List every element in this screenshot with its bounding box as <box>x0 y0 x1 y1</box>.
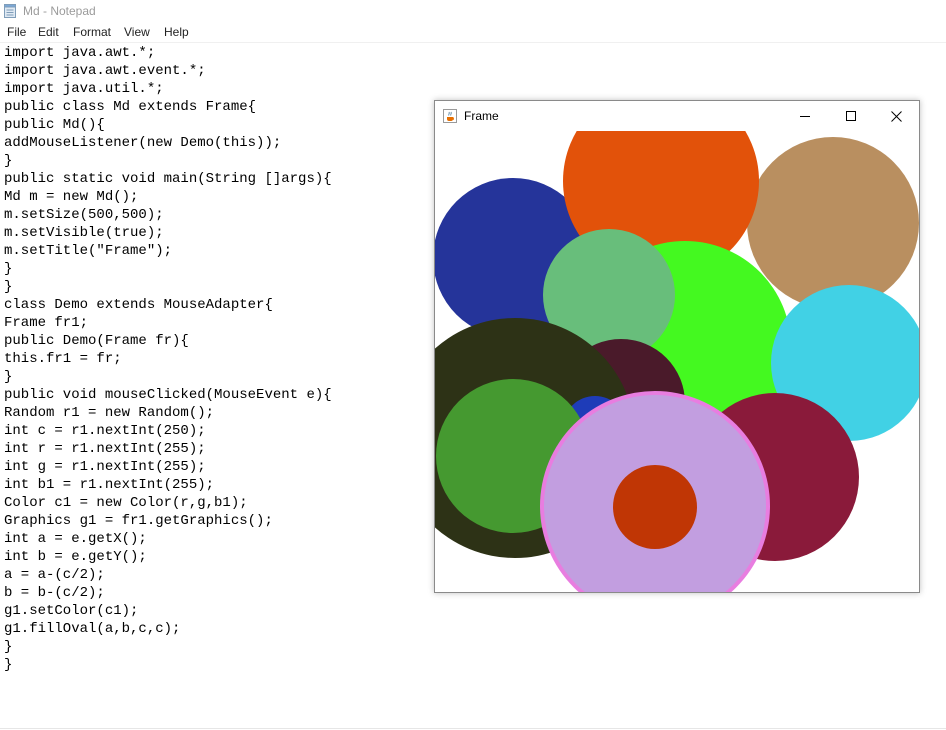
code-line: g1.fillOval(a,b,c,c); <box>4 621 181 637</box>
code-line: public Demo(Frame fr){ <box>4 333 189 349</box>
code-line: int b1 = r1.nextInt(255); <box>4 477 215 493</box>
code-line: m.setTitle("Frame"); <box>4 243 173 259</box>
text-editor[interactable]: import java.awt.*; import java.awt.event.… <box>4 44 424 684</box>
code-line: b = b-(c/2); <box>4 585 105 601</box>
frame-titlebar[interactable]: Frame <box>435 101 919 131</box>
code-line: class Demo extends MouseAdapter{ <box>4 297 273 313</box>
java-cup-icon <box>443 109 457 123</box>
notepad-icon <box>4 4 16 18</box>
code-line: public Md(){ <box>4 117 105 133</box>
code-line: import java.util.*; <box>4 81 164 97</box>
code-line: int a = e.getX(); <box>4 531 147 547</box>
code-line: this.fr1 = fr; <box>4 351 122 367</box>
window-title: Md - Notepad <box>23 4 96 18</box>
code-line: } <box>4 369 13 385</box>
notepad-titlebar[interactable]: Md - Notepad <box>0 0 946 22</box>
code-line: import java.awt.*; <box>4 45 156 61</box>
code-line: m.setSize(500,500); <box>4 207 164 223</box>
circles-drawing <box>435 131 919 592</box>
code-line: int g = r1.nextInt(255); <box>4 459 206 475</box>
java-frame-window: Frame <box>434 100 920 593</box>
code-line: Frame fr1; <box>4 315 89 331</box>
menu-view[interactable]: View <box>124 25 150 39</box>
menu-edit[interactable]: Edit <box>38 25 59 39</box>
code-line: g1.setColor(c1); <box>4 603 139 619</box>
code-line: public static void main(String []args){ <box>4 171 332 187</box>
code-line: Md m = new Md(); <box>4 189 139 205</box>
code-line: a = a-(c/2); <box>4 567 105 583</box>
code-line: } <box>4 153 13 169</box>
editor-bottom-border <box>0 728 946 729</box>
frame-title: Frame <box>464 109 499 123</box>
code-line: } <box>4 657 13 673</box>
menu-bar: File Edit Format View Help <box>0 22 946 43</box>
code-line: int r = r1.nextInt(255); <box>4 441 206 457</box>
maximize-icon <box>846 111 856 121</box>
frame-canvas[interactable] <box>435 131 919 592</box>
code-line: int b = e.getY(); <box>4 549 147 565</box>
code-line: public void mouseClicked(MouseEvent e){ <box>4 387 332 403</box>
menu-format[interactable]: Format <box>73 25 111 39</box>
code-line: Random r1 = new Random(); <box>4 405 215 421</box>
painted-circle <box>613 465 697 549</box>
maximize-button[interactable] <box>828 101 874 131</box>
code-line: addMouseListener(new Demo(this)); <box>4 135 282 151</box>
code-line: } <box>4 639 13 655</box>
menu-help[interactable]: Help <box>164 25 189 39</box>
menu-file[interactable]: File <box>7 25 26 39</box>
code-line: public class Md extends Frame{ <box>4 99 257 115</box>
close-icon <box>890 110 902 122</box>
code-line: m.setVisible(true); <box>4 225 164 241</box>
painted-circle <box>747 137 919 309</box>
code-line: } <box>4 261 13 277</box>
minimize-icon <box>800 116 810 117</box>
close-button[interactable] <box>873 101 919 131</box>
code-line: } <box>4 279 13 295</box>
code-line: import java.awt.event.*; <box>4 63 206 79</box>
code-line: Color c1 = new Color(r,g,b1); <box>4 495 248 511</box>
code-line: int c = r1.nextInt(250); <box>4 423 206 439</box>
code-line: Graphics g1 = fr1.getGraphics(); <box>4 513 273 529</box>
minimize-button[interactable] <box>782 101 828 131</box>
